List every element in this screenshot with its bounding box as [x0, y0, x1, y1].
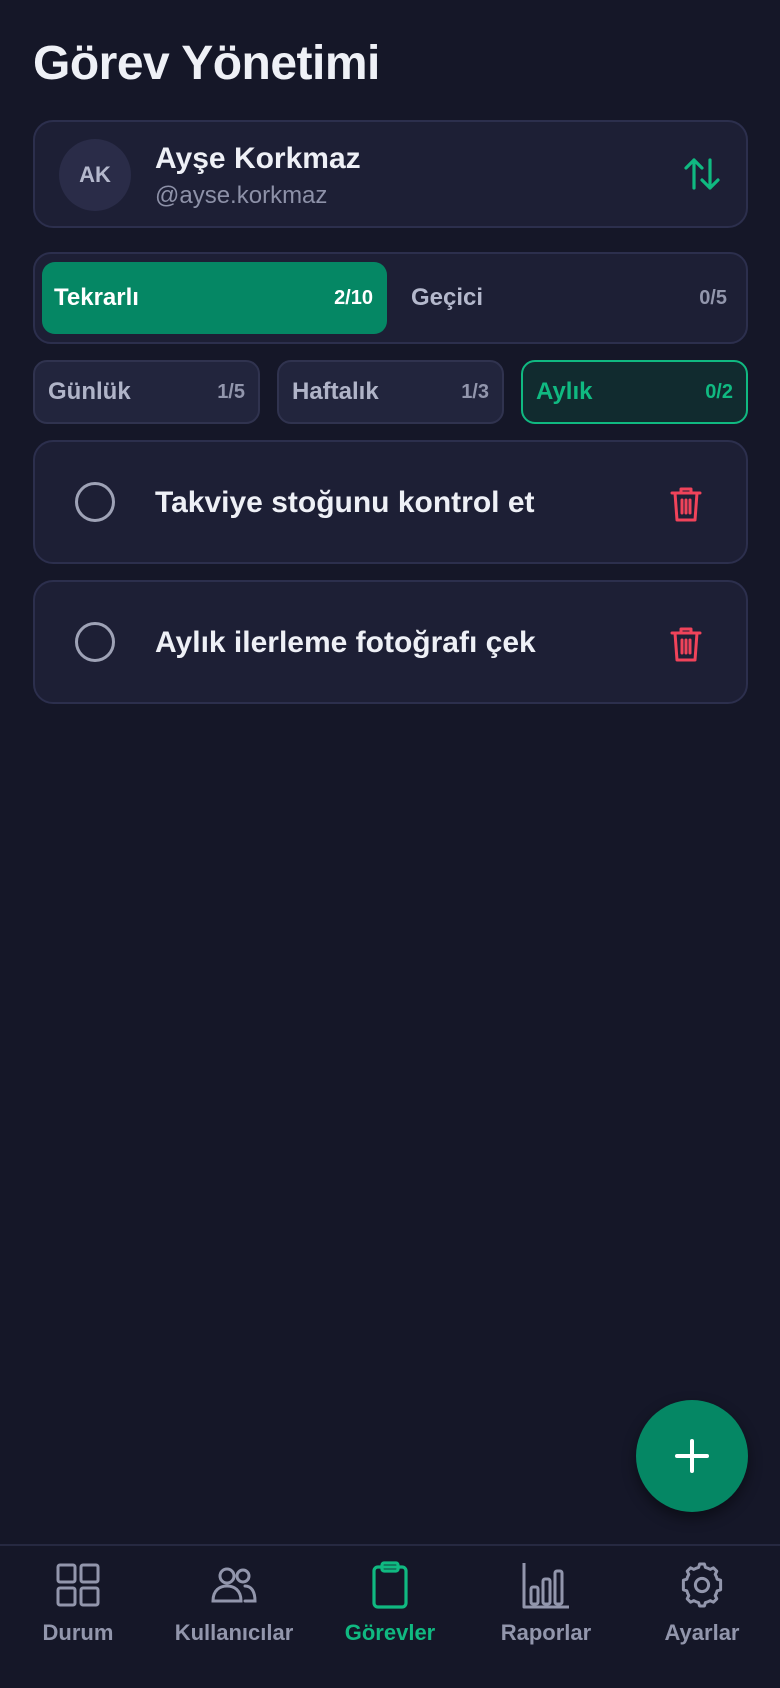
plus-icon: [675, 1439, 709, 1473]
avatar: AK: [59, 139, 131, 211]
add-task-button[interactable]: [636, 1400, 748, 1512]
user-card[interactable]: AK Ayşe Korkmaz @ayse.korkmaz: [33, 120, 748, 228]
bottom-nav: Durum Kullanıcılar Görevler Raporlar Aya…: [0, 1544, 780, 1688]
tab-monthly[interactable]: Aylık 0/2: [521, 360, 748, 424]
nav-label: Kullanıcılar: [174, 1620, 294, 1645]
nav-item-settings[interactable]: Ayarlar: [624, 1560, 780, 1660]
nav-item-reports[interactable]: Raporlar: [468, 1560, 624, 1660]
tab-weekly[interactable]: Haftalık 1/3: [277, 360, 504, 424]
grid-icon: [56, 1563, 100, 1607]
tab-recurring[interactable]: Tekrarlı 2/10: [42, 262, 387, 334]
tab-label: Günlük: [48, 378, 131, 405]
delete-task-button[interactable]: [666, 624, 706, 664]
mode-tabs: Tekrarlı 2/10 Geçici 0/5: [33, 252, 748, 344]
task-title: Takviye stoğunu kontrol et: [155, 486, 535, 519]
tab-label: Haftalık: [292, 378, 379, 405]
tab-count: 1/5: [217, 380, 245, 403]
nav-label: Durum: [42, 1620, 114, 1645]
nav-label: Raporlar: [500, 1620, 592, 1645]
task-title: Aylık ilerleme fotoğrafı çek: [155, 626, 536, 659]
tab-daily[interactable]: Günlük 1/5: [33, 360, 260, 424]
page-title: Görev Yönetimi: [33, 37, 380, 90]
delete-task-button[interactable]: [666, 484, 706, 524]
gear-icon: [681, 1562, 723, 1608]
tab-count: 0/5: [699, 286, 727, 309]
tab-label: Aylık: [536, 378, 593, 405]
user-name: Ayşe Korkmaz: [155, 142, 361, 175]
nav-item-status[interactable]: Durum: [0, 1560, 156, 1660]
user-handle: @ayse.korkmaz: [155, 182, 328, 209]
task-checkbox[interactable]: [75, 622, 115, 662]
trash-icon: [670, 627, 702, 662]
tab-count: 0/2: [705, 380, 733, 403]
clipboard-icon: [372, 1561, 408, 1609]
users-icon: [211, 1567, 257, 1603]
nav-label: Ayarlar: [664, 1620, 740, 1645]
tab-label: Tekrarlı: [54, 284, 139, 311]
task-checkbox[interactable]: [75, 482, 115, 522]
tab-count: 2/10: [334, 286, 373, 309]
tab-label: Geçici: [411, 284, 484, 311]
trash-icon: [670, 487, 702, 522]
nav-item-users[interactable]: Kullanıcılar: [156, 1560, 312, 1660]
tab-temporary[interactable]: Geçici 0/5: [399, 262, 741, 334]
bar-chart-icon: [522, 1563, 569, 1609]
task-item[interactable]: Aylık ilerleme fotoğrafı çek: [33, 580, 748, 704]
nav-label: Görevler: [344, 1620, 436, 1645]
nav-item-tasks[interactable]: Görevler: [312, 1560, 468, 1660]
swap-vertical-icon: [684, 158, 720, 190]
tab-count: 1/3: [461, 380, 489, 403]
task-item[interactable]: Takviye stoğunu kontrol et: [33, 440, 748, 564]
switch-user-button[interactable]: [680, 154, 724, 194]
